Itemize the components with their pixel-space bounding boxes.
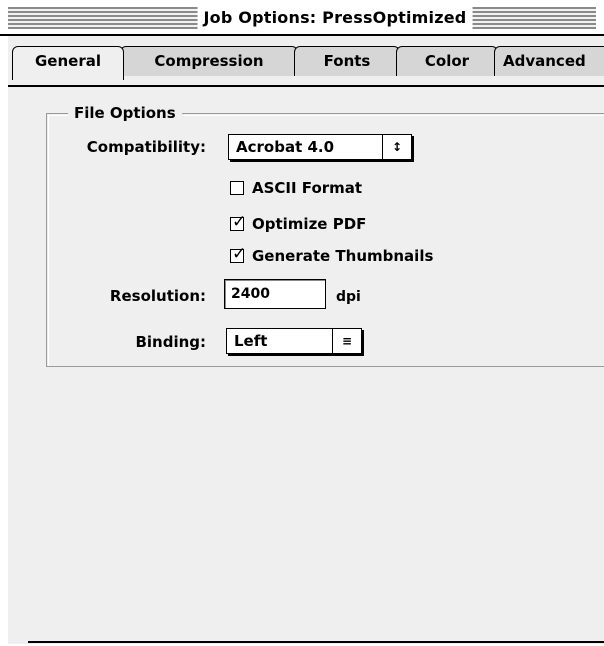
file-options-legend: File Options xyxy=(68,105,182,121)
generate-thumbnails-label: Generate Thumbnails xyxy=(252,247,434,265)
popup-arrows-icon: ↕ xyxy=(382,135,411,159)
compatibility-value: Acrobat 4.0 xyxy=(236,138,335,156)
compatibility-label: Compatibility: xyxy=(86,138,206,156)
tab-strip: General Compression Fonts Color Advanced xyxy=(8,46,604,87)
dialog-body: General Compression Fonts Color Advanced… xyxy=(8,36,604,644)
title-bar[interactable]: Job Options: PressOptimized xyxy=(0,0,604,36)
resolution-input[interactable]: 2400 xyxy=(224,279,326,309)
tab-color[interactable]: Color xyxy=(396,46,498,76)
binding-label: Binding: xyxy=(135,333,206,351)
generate-thumbnails-checkbox[interactable]: ✓ Generate Thumbnails xyxy=(230,244,490,266)
generate-thumbnails-box: ✓ xyxy=(230,244,246,264)
check-mark-icon: ✓ xyxy=(232,244,247,264)
binding-value: Left xyxy=(234,332,268,350)
tab-baseline xyxy=(8,85,604,87)
optimize-pdf-checkbox[interactable]: ✓ Optimize PDF xyxy=(230,212,430,234)
compatibility-popup[interactable]: Acrobat 4.0 ↕ xyxy=(228,134,412,160)
tab-general[interactable]: General xyxy=(12,46,124,80)
popup-arrows-icon: ≡ xyxy=(332,329,361,353)
tab-compression-label: Compression xyxy=(154,52,264,70)
check-mark-icon: ✓ xyxy=(232,212,247,232)
tab-compression[interactable]: Compression xyxy=(120,46,298,76)
tab-general-label: General xyxy=(35,52,101,70)
tab-color-label: Color xyxy=(424,52,470,70)
dialog-bottom-divider xyxy=(28,641,604,643)
window-title: Job Options: PressOptimized xyxy=(197,5,473,31)
resolution-unit: dpi xyxy=(336,289,361,305)
binding-popup[interactable]: Left ≡ xyxy=(226,328,362,354)
tab-fonts[interactable]: Fonts xyxy=(294,46,400,76)
tab-fonts-label: Fonts xyxy=(323,52,371,70)
ascii-format-checkbox[interactable]: ASCII Format xyxy=(230,178,430,198)
tab-advanced[interactable]: Advanced xyxy=(494,46,604,76)
tab-advanced-label: Advanced xyxy=(503,52,586,70)
resolution-label: Resolution: xyxy=(109,287,206,305)
ascii-format-label: ASCII Format xyxy=(252,179,363,197)
optimize-pdf-label: Optimize PDF xyxy=(252,215,367,233)
ascii-format-box xyxy=(230,181,244,195)
optimize-pdf-box: ✓ xyxy=(230,212,246,232)
